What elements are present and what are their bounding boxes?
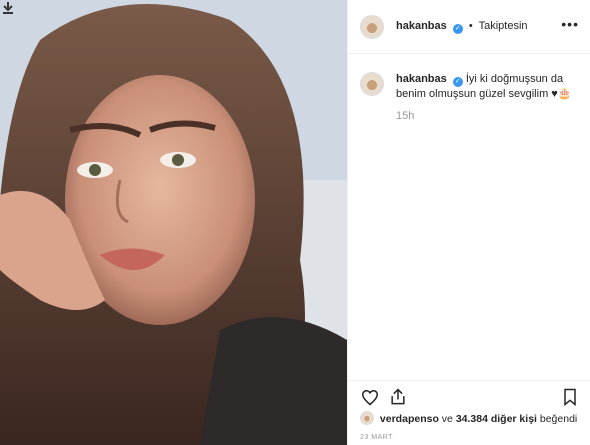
verified-icon: ✓ (452, 77, 463, 87)
likes-count[interactable]: 34.384 diğer kişi (456, 413, 537, 425)
likes-mid: ve (441, 413, 456, 425)
time-ago[interactable]: 15h (396, 110, 414, 122)
avatar[interactable] (360, 411, 374, 425)
avatar[interactable] (360, 15, 384, 39)
action-bar (348, 380, 590, 410)
post-panel: hakanbas ✓ • Takiptesin ••• hakanbas ✓ İ… (347, 0, 590, 445)
username-link[interactable]: hakanbas (396, 20, 447, 32)
portrait-illustration (0, 0, 347, 445)
post-photo[interactable] (0, 0, 347, 445)
caption-text: hakanbas ✓ İyi ki doğmuşsun da benim olm… (396, 72, 580, 102)
verified-icon: ✓ (452, 24, 463, 34)
bookmark-icon[interactable] (561, 387, 579, 407)
avatar[interactable] (360, 72, 384, 96)
post-date[interactable]: 23 MART (360, 434, 393, 441)
heart-icon[interactable] (360, 387, 380, 407)
likes-suffix: beğendi (539, 413, 578, 425)
more-icon[interactable]: ••• (561, 16, 579, 32)
follow-status[interactable]: Takiptesin (479, 20, 528, 32)
post-header: hakanbas ✓ • Takiptesin ••• (348, 0, 590, 54)
share-icon[interactable] (388, 387, 408, 407)
save-icon[interactable] (0, 0, 16, 16)
caption-username[interactable]: hakanbas (396, 73, 447, 85)
separator-dot: • (468, 20, 473, 32)
likes-line: verdapenso ve 34.384 diğer kişi beğendi (360, 411, 577, 425)
header-user: hakanbas ✓ • Takiptesin (396, 20, 528, 34)
likes-user[interactable]: verdapenso (380, 413, 439, 425)
